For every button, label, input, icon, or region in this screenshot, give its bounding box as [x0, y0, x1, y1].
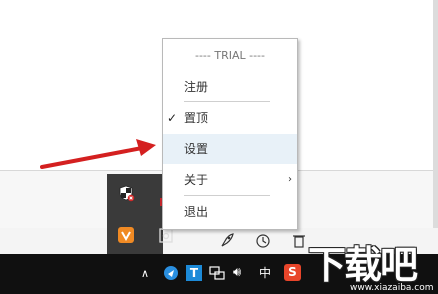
menu-header-trial: ---- TRIAL ----	[194, 49, 265, 62]
volume-icon[interactable]: 🔊︎	[233, 265, 241, 281]
watermark: 下载吧 www.xiazaiba.com	[300, 234, 438, 294]
tray-overflow-popup	[107, 174, 173, 254]
annotation-arrow	[40, 139, 156, 169]
security-shield-icon[interactable]	[117, 184, 135, 202]
tray-app-t[interactable]: T	[186, 265, 202, 281]
show-hidden-icons-chevron[interactable]: ∧	[141, 266, 149, 282]
menu-separator	[184, 101, 270, 102]
menu-item-exit[interactable]: 退出	[163, 197, 297, 227]
menu-item-pin-on-top[interactable]: ✓ 置顶	[163, 103, 297, 133]
menu-item-label: 关于	[184, 173, 209, 187]
watermark-url: www.xiazaiba.com	[350, 283, 434, 293]
menu-item-settings[interactable]: 设置	[163, 134, 297, 164]
context-menu: ---- TRIAL ---- 注册 ✓ 置顶 设置 关于 › 退出	[162, 38, 298, 230]
rocket-icon[interactable]	[218, 232, 236, 250]
window-edge	[433, 0, 438, 228]
menu-separator	[184, 195, 270, 196]
watermark-logo-text: 下载吧	[308, 243, 418, 287]
checkmark-icon: ✓	[167, 111, 178, 125]
menu-item-register[interactable]: 注册	[163, 72, 297, 102]
ime-indicator[interactable]: 中	[259, 265, 271, 281]
menu-item-label: 设置	[184, 142, 209, 156]
menu-item-label: 退出	[184, 205, 209, 219]
refresh-shield-icon[interactable]	[254, 232, 272, 250]
sogou-input-icon[interactable]: S	[284, 264, 301, 281]
orange-app-icon[interactable]	[117, 226, 135, 244]
submenu-arrow-icon: ›	[288, 174, 292, 185]
menu-item-label: 置顶	[184, 111, 209, 125]
network-icon[interactable]	[209, 265, 225, 281]
menu-item-about[interactable]: 关于 ›	[163, 165, 297, 195]
menu-item-label: 注册	[184, 80, 209, 94]
blue-app-icon[interactable]	[163, 265, 179, 281]
